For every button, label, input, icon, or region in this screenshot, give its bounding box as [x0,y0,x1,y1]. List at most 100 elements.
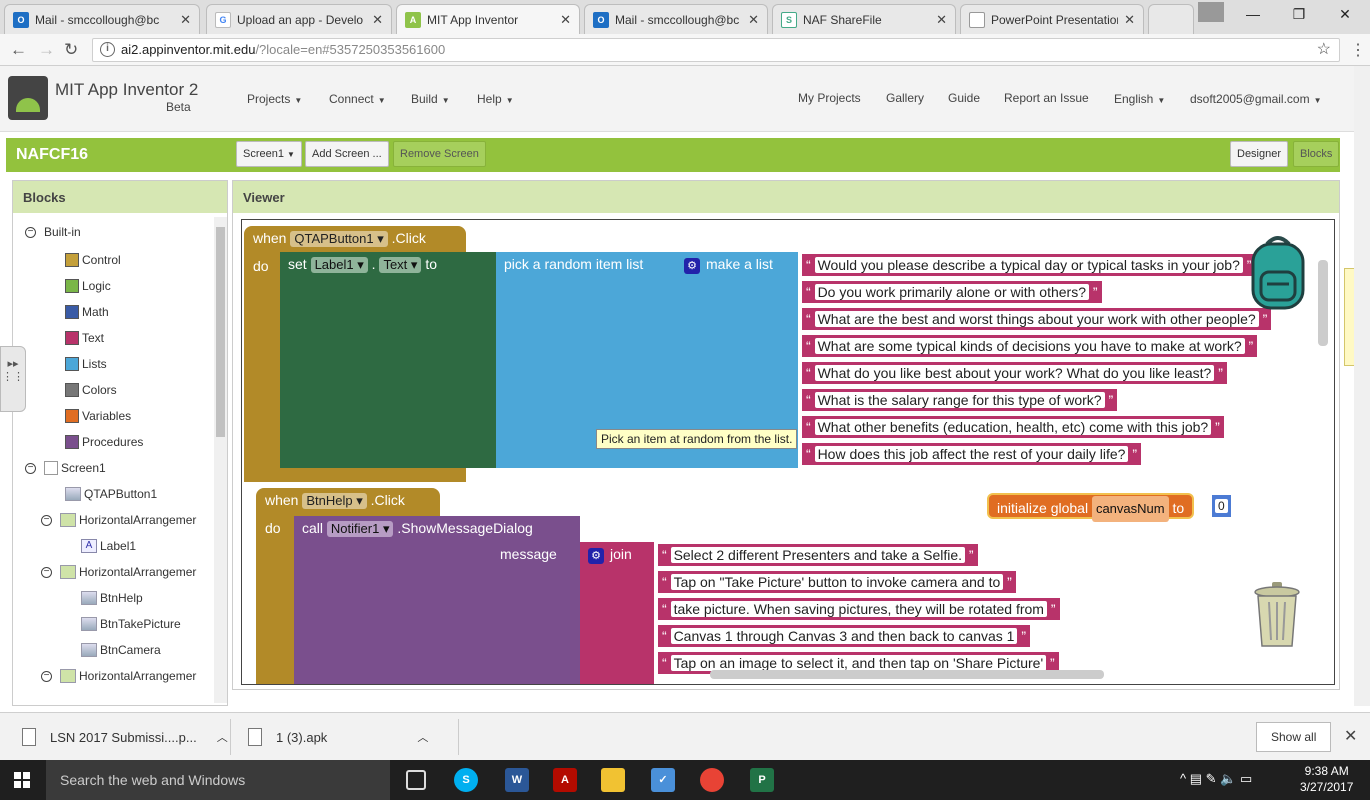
set-label1-text-block[interactable]: set Label1 ▾ . Text ▾ to [280,252,496,468]
guide-link[interactable]: Guide [948,91,980,105]
number-value[interactable]: 0 [1215,499,1228,513]
string-value[interactable]: take picture. When saving pictures, they… [670,601,1047,617]
tree-component[interactable]: − HorizontalArrangemer [41,513,196,527]
text-string-block[interactable]: “ take picture. When saving pictures, th… [658,598,1060,620]
chrome-icon[interactable] [700,768,724,792]
blocks-button[interactable]: Blocks [1293,141,1340,167]
gear-icon[interactable]: ⚙ [588,548,604,564]
tree-item-math[interactable]: Math [65,305,109,319]
menu-help[interactable]: Help ▼ [477,92,514,106]
join-block[interactable]: ⚙ join [580,542,654,684]
string-value[interactable]: What are the best and worst things about… [814,311,1259,327]
text-string-block[interactable]: “ Do you work primarily alone or with ot… [802,281,1102,303]
tree-component[interactable]: − HorizontalArrangemer [41,669,196,683]
notification-icon[interactable]: ▭ [1240,771,1252,786]
close-icon[interactable]: ✕ [748,12,759,28]
collapse-icon[interactable]: − [25,462,36,474]
tree-component[interactable]: BtnCamera [81,643,161,657]
tab-upload-app[interactable]: G Upload an app - Develo ✕ [206,4,392,34]
tab-mail-2[interactable]: O Mail - smccollough@bc ✕ [584,4,768,34]
tree-screen1[interactable]: − Screen1 [25,461,106,475]
info-icon[interactable]: i [100,42,115,57]
designer-button[interactable]: Designer [1230,141,1289,167]
string-value[interactable]: Canvas 1 through Canvas 3 and then back … [670,628,1018,644]
blocks-workspace[interactable]: when QTAPButton1 ▾ .Click do set Label1 … [241,219,1335,685]
download-item[interactable]: LSN 2017 Submissi....p... ︿ [22,713,228,761]
text-string-block[interactable]: “ How does this job affect the rest of y… [802,443,1142,465]
acrobat-icon[interactable]: A [553,768,577,792]
side-panel-toggle[interactable]: ▸▸ ⋮⋮ [0,346,26,412]
string-value[interactable]: Select 2 different Presenters and take a… [670,547,966,563]
menu-dots-icon[interactable]: ⋮ [1350,40,1366,60]
add-screen-button[interactable]: Add Screen ... [305,141,389,167]
taskbar-search[interactable]: Search the web and Windows [46,760,390,800]
text-string-block[interactable]: “ Canvas 1 through Canvas 3 and then bac… [658,625,1031,647]
tree-item-control[interactable]: Control [65,253,121,267]
project-icon[interactable]: P [750,768,774,792]
tree-component[interactable]: BtnHelp [81,591,143,605]
chevron-up-icon[interactable]: ︿ [217,729,228,745]
tree-item-text[interactable]: Text [65,331,104,345]
text-string-block[interactable]: “ What is the salary range for this type… [802,389,1118,411]
chevron-up-icon[interactable]: ^ [1180,771,1186,786]
collapse-icon[interactable]: − [25,226,36,238]
profile-icon[interactable] [1198,2,1224,22]
text-string-block[interactable]: “ What do you like best about your work?… [802,362,1227,384]
network-icon[interactable]: ▤ [1190,771,1202,786]
menu-connect[interactable]: Connect ▼ [329,92,386,106]
taskbar-clock[interactable]: 9:38 AM 3/27/2017 [1300,763,1353,795]
close-icon[interactable]: ✕ [560,12,571,28]
word-icon[interactable]: W [505,768,529,792]
menu-build[interactable]: Build ▼ [411,92,450,106]
string-value[interactable]: Do you work primarily alone or with othe… [814,284,1090,300]
tree-component[interactable]: BtnTakePicture [81,617,181,631]
tree-item-colors[interactable]: Colors [65,383,117,397]
string-value[interactable]: What other benefits (education, health, … [814,419,1212,435]
close-icon[interactable]: ✕ [372,12,383,28]
tree-component[interactable]: A Label1 [81,539,136,553]
string-value[interactable]: Tap on an image to select it, and then t… [670,655,1047,671]
collapse-icon[interactable]: − [41,514,52,526]
workspace-vertical-scrollbar[interactable] [1318,260,1328,346]
account-menu[interactable]: dsoft2005@gmail.com ▼ [1190,92,1322,106]
initialize-global-block[interactable]: initialize global canvasNum to [987,493,1195,522]
string-value[interactable]: Tap on "Take Picture' button to invoke c… [670,574,1004,590]
component-dropdown[interactable]: QTAPButton1 ▾ [290,231,388,247]
page-scrollbar[interactable] [1354,66,1370,706]
tree-component[interactable]: QTAPButton1 [65,487,157,501]
forward-arrow-icon[interactable]: → [38,40,55,60]
backpack-icon[interactable] [1247,232,1309,310]
call-notifier-block[interactable]: call Notifier1 ▾ .ShowMessageDialog mess… [294,516,580,684]
workspace-horizontal-scrollbar[interactable] [710,670,1104,679]
collapse-icon[interactable]: − [41,670,52,682]
string-value[interactable]: What are some typical kinds of decisions… [814,338,1245,354]
string-value[interactable]: What is the salary range for this type o… [814,392,1105,408]
tree-component[interactable]: − HorizontalArrangemer [41,565,196,579]
file-explorer-icon[interactable] [601,768,625,792]
url-field[interactable]: i ai2.appinventor.mit.edu/?locale=en#535… [92,38,1340,62]
gear-icon[interactable]: ⚙ [684,258,700,274]
string-value[interactable]: How does this job affect the rest of you… [814,446,1129,462]
chevron-up-icon[interactable]: ︿ [417,729,428,745]
close-icon[interactable]: ✕ [1344,726,1357,746]
language-menu[interactable]: English ▼ [1114,92,1165,106]
string-value[interactable]: What do you like best about your work? W… [814,365,1215,381]
volume-icon[interactable]: 🔈 [1220,771,1236,786]
string-value[interactable]: Would you please describe a typical day … [814,257,1243,273]
text-string-block[interactable]: “ Tap on "Take Picture' button to invoke… [658,571,1016,593]
tree-scrollbar[interactable] [214,217,227,703]
trash-icon[interactable] [1252,580,1302,650]
text-string-block[interactable]: “ What other benefits (education, health… [802,416,1224,438]
task-view-icon[interactable] [406,770,426,790]
tab-mail-1[interactable]: O Mail - smccollough@bc ✕ [4,4,200,34]
component-dropdown[interactable]: Notifier1 ▾ [326,521,394,537]
notes-icon[interactable]: ✓ [651,768,675,792]
back-arrow-icon[interactable]: ← [10,40,27,60]
show-all-button[interactable]: Show all [1256,722,1332,752]
screen-select[interactable]: Screen1 ▼ [236,141,302,167]
skype-icon[interactable]: S [454,768,478,792]
my-projects-link[interactable]: My Projects [798,91,861,105]
number-block[interactable]: 0 [1212,495,1231,517]
gallery-link[interactable]: Gallery [886,91,924,105]
report-issue-link[interactable]: Report an Issue [1004,91,1089,105]
